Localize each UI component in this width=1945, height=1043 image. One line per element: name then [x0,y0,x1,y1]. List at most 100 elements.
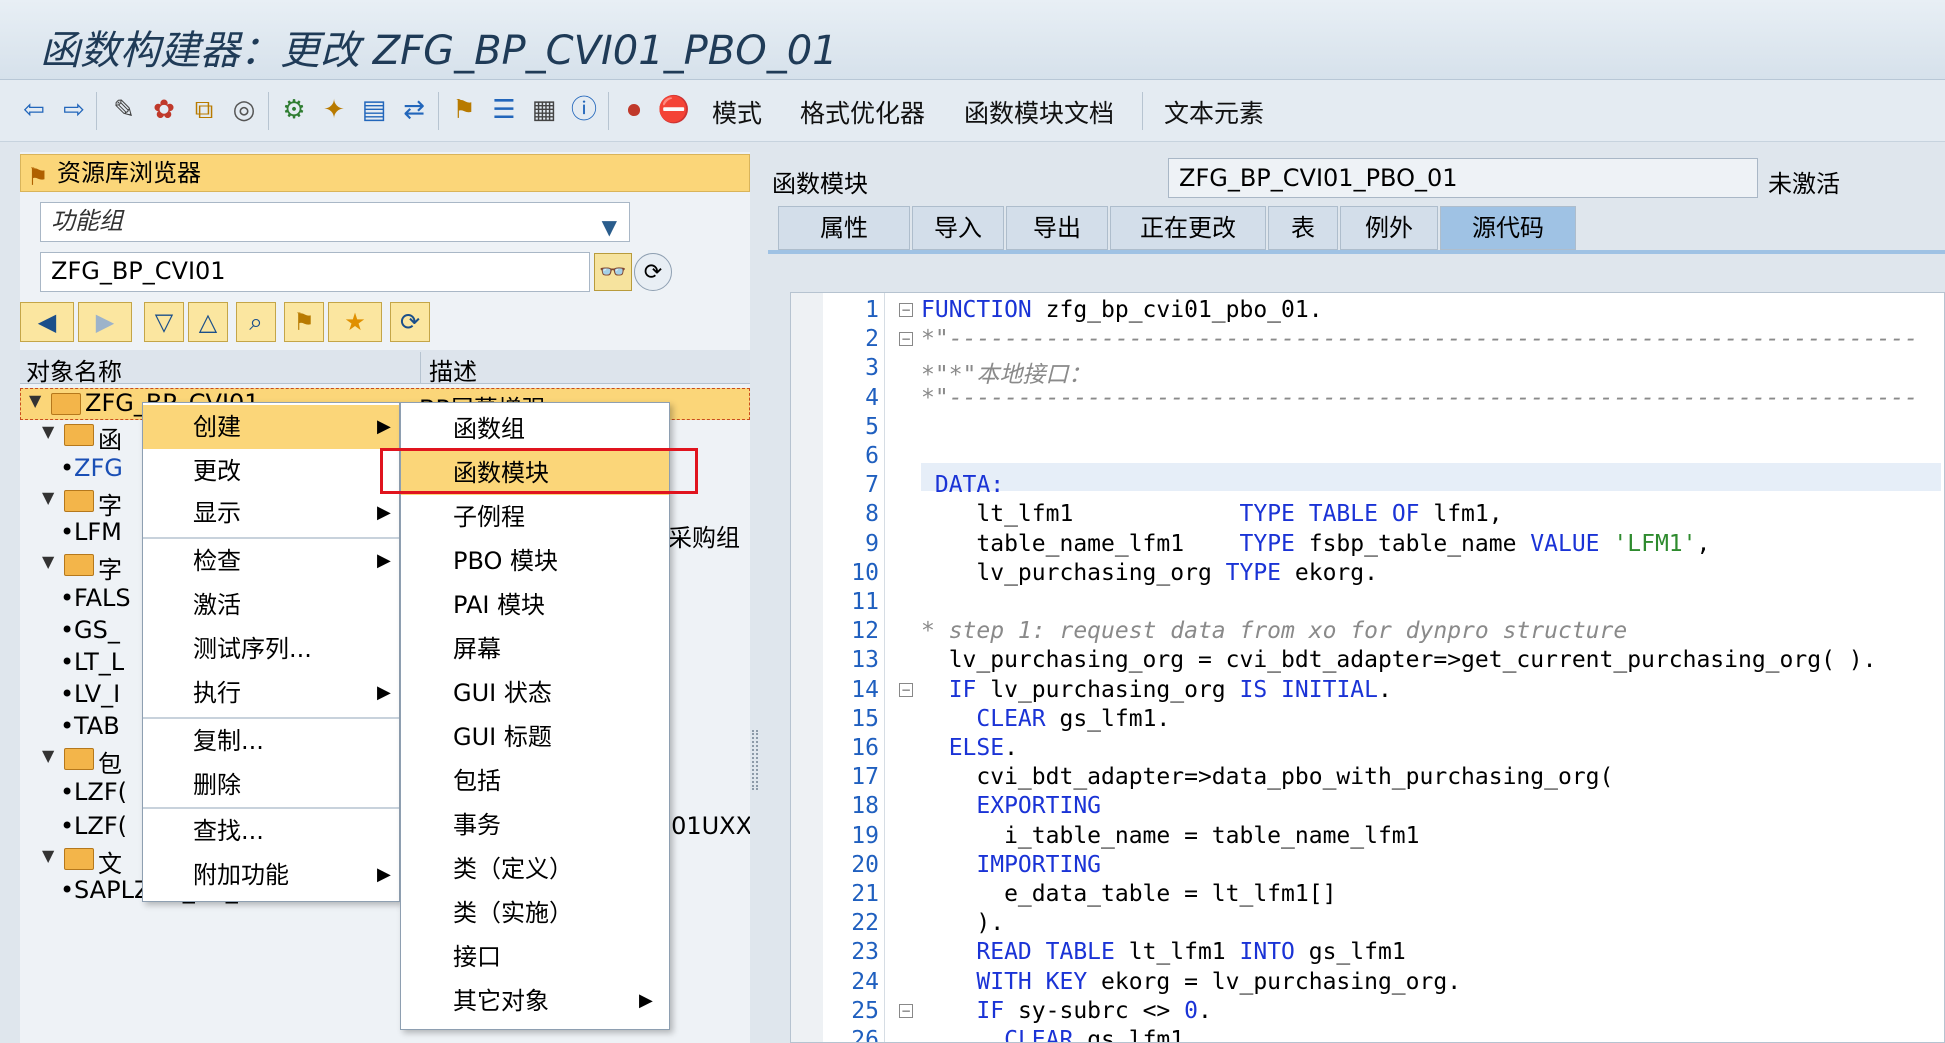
fold-toggle-icon[interactable]: − [899,303,913,317]
arrow-left-icon[interactable]: ⇦ [18,94,50,126]
tab-attributes[interactable]: 属性 [778,206,910,250]
line-number: 15 [851,705,879,732]
chevron-right-icon: ▶ [639,990,653,1011]
tree-node-label: TAB [74,712,120,740]
toolbar-separator [268,92,269,130]
pattern-icon[interactable]: ⇄ [398,94,430,126]
submenu-item-screen[interactable]: 屏幕 [401,627,669,671]
folder-icon [64,554,94,576]
chevron-down-icon[interactable]: ▼ [602,209,617,245]
tab-export[interactable]: 导出 [1006,206,1108,250]
fold-toggle-icon[interactable]: − [899,682,913,697]
expand-triangle-icon[interactable]: ▼ [42,746,54,765]
line-number: 18 [851,793,879,820]
object-name-value: ZFG_BP_CVI01 [51,257,226,285]
menu-item-test-sequence[interactable]: 测试序列... [143,627,399,671]
menu-item-create[interactable]: 创建 ▶ [143,405,399,449]
expand-triangle-icon[interactable]: ▼ [42,552,54,571]
submenu-item-function-group[interactable]: 函数组 [401,407,669,451]
menu-item-execute[interactable]: 执行 ▶ [143,671,399,715]
submenu-item-include[interactable]: 包括 [401,759,669,803]
code-line: * step 1: request data from xo for dynpr… [921,618,1628,645]
table-icon[interactable]: ▦ [528,94,560,126]
submenu-item-other-objects[interactable]: 其它对象 ▶ [401,979,669,1023]
toolbar-pretty-printer-button[interactable]: 格式优化器 [800,94,925,130]
menu-item-display[interactable]: 显示 ▶ [143,491,399,535]
code-line: e_data_table = lt_lfm1[] [921,881,1337,907]
toolbar-text-elements-button[interactable]: 文本元素 [1164,94,1264,130]
expand-triangle-icon[interactable]: ▼ [42,488,54,507]
expand-triangle-icon[interactable]: ▼ [42,422,54,441]
menu-item-activate[interactable]: 激活 [143,583,399,627]
submenu-item-gui-status[interactable]: GUI 状态 [401,671,669,715]
arrow-right-icon[interactable]: ⇨ [58,94,90,126]
refresh-object-icon[interactable]: ⟳ [634,253,672,291]
submenu-item-gui-title[interactable]: GUI 标题 [401,715,669,759]
code-line: CLEAR gs_lfm1. [1004,1027,1198,1043]
tree-node-label: 字 [98,492,122,518]
hierarchy-icon[interactable]: ⚑ [448,94,480,126]
toolbar-pattern-button[interactable]: 模式 [712,94,762,130]
code-line: *"--------------------------------------… [921,384,1918,411]
hierarchy-up-icon[interactable]: ⚑ [284,302,324,342]
collapse-all-icon[interactable]: △ [188,302,228,342]
expand-triangle-icon[interactable]: ▼ [42,846,54,865]
display-glasses-icon[interactable]: 👓 [594,253,632,291]
line-number: 1 [865,297,879,323]
column-description: 描述 [420,352,477,386]
toolbar-fm-doc-button[interactable]: 函数模块文档 [964,94,1114,130]
set-breakpoint-icon[interactable]: ⏺ [618,94,650,126]
menu-item-delete[interactable]: 删除 [143,763,399,807]
toolbar-separator [1142,92,1143,130]
chevron-right-icon: ▶ [377,864,391,885]
tab-exceptions[interactable]: 例外 [1340,206,1438,250]
tree-node-label: 包 [98,750,122,776]
submenu-item-transaction[interactable]: 事务 [401,803,669,847]
where-used-icon[interactable]: ◎ [228,94,260,126]
favorites-star-icon[interactable]: ★ [328,302,382,342]
display-change-icon[interactable]: ✿ [148,94,180,126]
line-number: 3 [865,355,879,382]
check-icon[interactable]: ⚙ [278,94,310,126]
submenu-item-interface[interactable]: 接口 [401,935,669,979]
tab-changing[interactable]: 正在更改 [1110,206,1266,250]
fold-toggle-icon[interactable]: − [899,332,913,347]
stop-icon[interactable]: ⛔ [658,94,690,126]
menu-item-change[interactable]: 更改 [143,449,399,493]
fold-toggle-icon[interactable]: − [899,1003,913,1018]
other-object-icon[interactable]: ✎ [108,94,140,126]
tab-source-code[interactable]: 源代码 [1440,206,1576,250]
code-line: *"--------------------------------------… [921,326,1918,353]
folder-icon [64,848,94,870]
function-module-name-field[interactable]: ZFG_BP_CVI01_PBO_01 [1168,158,1758,198]
info-icon[interactable]: ⓘ [568,94,600,126]
submenu-item-class-implementation[interactable]: 类（实施） [401,891,669,935]
highlight-annotation-box [380,448,698,494]
tab-import[interactable]: 导入 [912,206,1004,250]
active-inactive-icon[interactable]: ⧉ [188,94,220,126]
line-number: 5 [865,413,879,440]
tab-tables[interactable]: 表 [1268,206,1338,250]
expand-all-icon[interactable]: ▽ [144,302,184,342]
find-binoculars-icon[interactable]: ⌕ [236,302,276,342]
activate-icon[interactable]: ✦ [318,94,350,126]
expand-triangle-icon[interactable]: ▼ [29,391,41,410]
menu-item-additional-functions[interactable]: 附加功能 ▶ [143,853,399,897]
menu-item-copy[interactable]: 复制... [143,719,399,763]
previous-object-icon[interactable]: ◀ [20,302,74,342]
object-type-select[interactable]: 功能组 ▼ [40,202,630,242]
test-icon[interactable]: ▤ [358,94,390,126]
submenu-item-class-definition[interactable]: 类（定义） [401,847,669,891]
submenu-item-pai-module[interactable]: PAI 模块 [401,583,669,627]
menu-item-check[interactable]: 检查 ▶ [143,539,399,583]
code-editor[interactable]: 1− FUNCTION zfg_bp_cvi01_pbo_01. 2− *"-----… [790,292,1945,1043]
object-name-input[interactable]: ZFG_BP_CVI01 [40,252,590,292]
next-object-icon[interactable]: ▶ [78,302,132,342]
submenu-item-pbo-module[interactable]: PBO 模块 [401,539,669,583]
format-icon[interactable]: ☰ [488,94,520,126]
menu-item-find[interactable]: 查找... [143,809,399,853]
line-number: 12 [851,618,879,645]
refresh-icon[interactable]: ⟳ [390,302,430,342]
splitter-handle[interactable] [752,730,758,790]
submenu-item-subroutine[interactable]: 子例程 [401,495,669,539]
